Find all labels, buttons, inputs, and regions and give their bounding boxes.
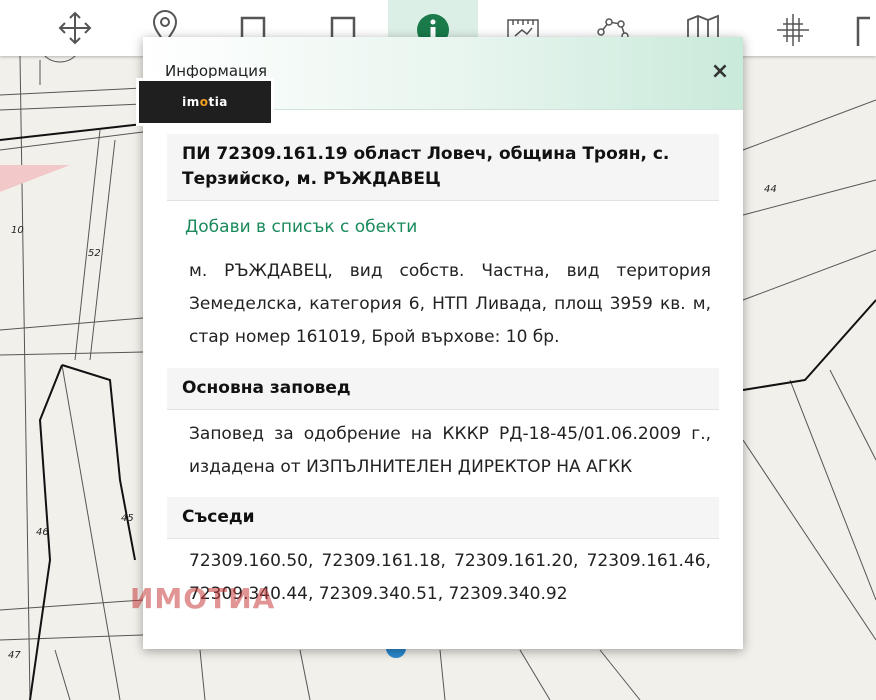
parcel-number: 44 xyxy=(764,184,777,195)
watermark: ИМОТИА xyxy=(130,582,276,615)
move-icon xyxy=(58,11,92,45)
previous-tool[interactable] xyxy=(0,0,6,56)
tool-crosshair[interactable] xyxy=(748,0,838,56)
add-to-list-link[interactable]: Добави в списък с обекти xyxy=(185,217,417,237)
panel-edge-icon xyxy=(856,16,870,46)
parcel-number: 10 xyxy=(11,225,24,236)
order-heading: Основна заповед xyxy=(167,368,719,410)
neighbors-heading: Съседи xyxy=(167,497,719,539)
close-button[interactable]: × xyxy=(709,61,731,83)
parcel-number: 45 xyxy=(121,513,134,524)
tool-pan[interactable] xyxy=(30,0,120,56)
parcel-number: 52 xyxy=(88,248,101,259)
parcel-heading: ПИ 72309.161.19 област Ловеч, община Тро… xyxy=(167,134,719,201)
parcel-description: м. РЪЖДАВЕЦ, вид собств. Частна, вид тер… xyxy=(189,261,711,347)
info-panel: Информация × imotia ПИ 72309.161.19 обла… xyxy=(136,37,743,649)
parcel-number: 46 xyxy=(36,527,49,538)
parcel-number: 47 xyxy=(8,650,21,661)
imotia-logo: imotia xyxy=(136,78,274,126)
logo-text: imotia xyxy=(182,95,228,109)
crosshair-icon xyxy=(777,14,809,46)
tool-more[interactable] xyxy=(838,0,876,56)
order-text: Заповед за одобрение на КККР РД-18-45/01… xyxy=(189,424,711,477)
